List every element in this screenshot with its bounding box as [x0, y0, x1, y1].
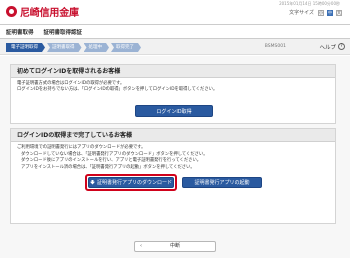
- font-size-label: 文字サイズ: [289, 10, 314, 16]
- cancel-button[interactable]: ‹ 中断: [134, 241, 216, 252]
- nav-item-certificate-auth[interactable]: 証明書取得認証: [44, 28, 83, 36]
- step-bar: 電子証明取得 証明書取得 処理中 取得完了 BSMS001 ヘルプ ?: [0, 39, 350, 55]
- font-size-medium-button[interactable]: 中: [327, 9, 333, 16]
- cancel-button-label: 中断: [169, 243, 180, 249]
- font-size-controls: 文字サイズ 小 中 大: [289, 9, 342, 16]
- first-login-section: 初めてログインIDを取得されるお客様 電子証明書方式の場合はログインIDの取得が…: [10, 64, 336, 124]
- screen-id: BSMS001: [264, 44, 286, 49]
- download-app-button[interactable]: 証明書発行アプリのダウンロード: [88, 177, 174, 188]
- download-icon: [89, 179, 95, 185]
- chevron-left-icon: ‹: [140, 243, 142, 249]
- step-indicator: 電子証明取得 証明書取得 処理中 取得完了: [6, 43, 141, 52]
- current-datetime: 2015年01月14日 15時00分00秒: [279, 1, 340, 6]
- completed-section: ログインIDの取得まで完了しているお客様 ご利用環境での証明書発行にはアプリのダ…: [10, 128, 336, 224]
- download-app-button-label: 証明書発行アプリのダウンロード: [96, 180, 172, 186]
- step-2: 証明書取得: [47, 43, 82, 52]
- completed-title: ログインIDの取得まで完了しているお客様: [11, 129, 335, 142]
- step-4: 取得完了: [111, 43, 141, 52]
- first-login-line-2: ログインIDをお持ちでない方は、「ログインIDの取得」ボタンを押してログインID…: [17, 87, 218, 92]
- question-icon[interactable]: ?: [338, 43, 345, 50]
- font-size-small-button[interactable]: 小: [318, 9, 324, 16]
- completed-line-4: アプリをインストール済の場合は、「証明書発行アプリの起動」ボタンを押してください…: [21, 164, 195, 170]
- get-login-id-button[interactable]: ログインID取得: [135, 105, 213, 117]
- step-1: 電子証明取得: [6, 43, 45, 52]
- brand-mark-icon: [6, 5, 17, 17]
- first-login-title: 初めてログインIDを取得されるお客様: [11, 65, 335, 78]
- nav-item-certificate[interactable]: 証明書取得: [6, 28, 34, 36]
- header: 尼崎信用金庫 2015年01月14日 15時00分00秒 文字サイズ 小 中 大: [0, 0, 350, 24]
- step-3: 処理中: [84, 43, 110, 52]
- brand-name: 尼崎信用金庫: [20, 7, 79, 19]
- launch-app-button[interactable]: 証明書発行アプリの起動: [182, 177, 262, 188]
- help-link[interactable]: ヘルプ: [319, 43, 336, 51]
- global-nav: 証明書取得 証明書取得認証: [0, 24, 350, 39]
- font-size-large-button[interactable]: 大: [336, 9, 342, 16]
- brand-logo: 尼崎信用金庫: [6, 4, 79, 19]
